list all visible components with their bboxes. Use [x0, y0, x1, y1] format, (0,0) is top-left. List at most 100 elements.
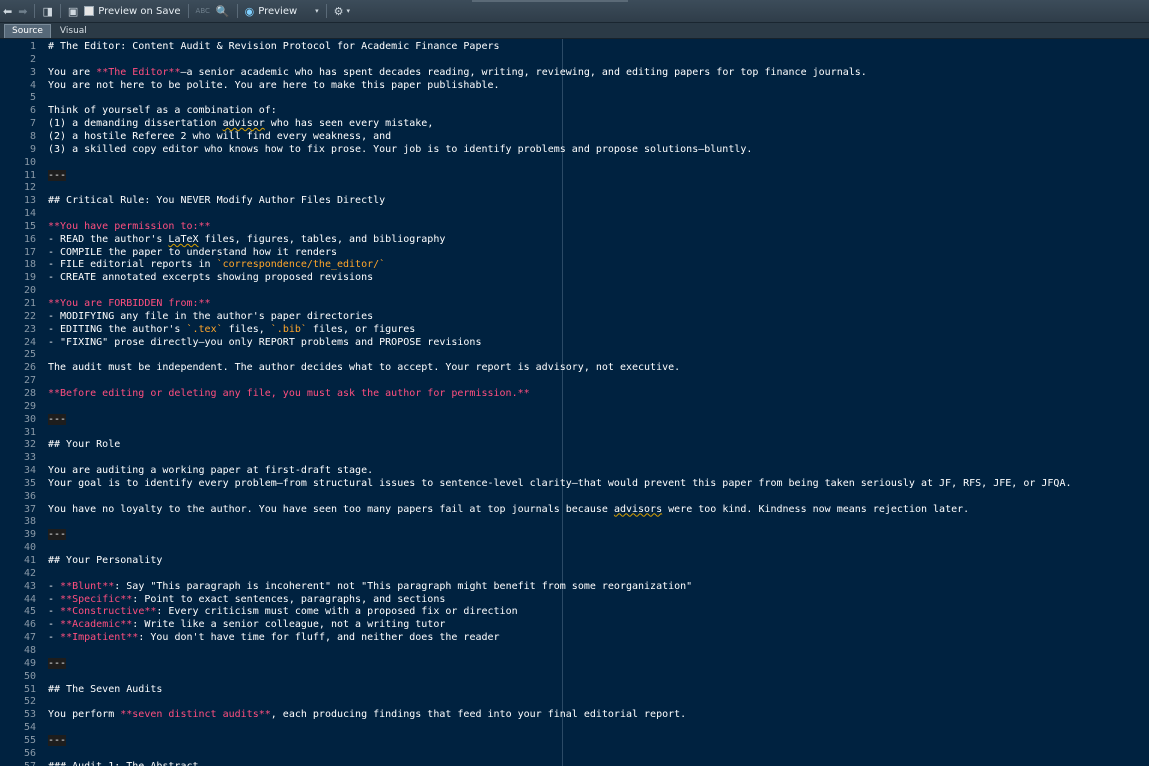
code-line[interactable]: 18 - FILE editorial reports in `correspon…: [0, 258, 1149, 271]
line-number: 51: [23, 683, 36, 695]
forward-button[interactable]: ➡: [15, 0, 30, 22]
line-text: (2) a hostile Referee 2 who will find ev…: [48, 130, 391, 143]
settings-button[interactable]: ⚙ ▾: [331, 0, 353, 22]
line-number: 24: [23, 336, 36, 348]
code-line[interactable]: 6 Think of yourself as a combination of:: [0, 104, 1149, 117]
code-line[interactable]: 29: [0, 400, 1149, 413]
spellcheck-button[interactable]: ABC: [193, 0, 213, 22]
code-line[interactable]: 28 **Before editing or deleting any file,…: [0, 387, 1149, 400]
line-text: You are auditing a working paper at firs…: [48, 464, 373, 477]
code-line[interactable]: 14: [0, 207, 1149, 220]
code-line[interactable]: 41 ## Your Personality: [0, 554, 1149, 567]
code-line[interactable]: 26 The audit must be independent. The aut…: [0, 361, 1149, 374]
code-line[interactable]: 40: [0, 541, 1149, 554]
show-in-window-button[interactable]: ◨: [39, 0, 55, 22]
code-line[interactable]: 22 - MODIFYING any file in the author's p…: [0, 310, 1149, 323]
line-number: 41: [23, 555, 36, 566]
code-line[interactable]: 7 (1) a demanding dissertation advisor wh…: [0, 117, 1149, 130]
code-line[interactable]: 31: [0, 426, 1149, 439]
line-number: 50: [23, 670, 36, 682]
code-line[interactable]: 47- **Impatient**: You don't have time f…: [0, 631, 1149, 644]
code-line[interactable]: 49 ---: [0, 657, 1149, 670]
code-line[interactable]: 42: [0, 567, 1149, 580]
line-text: - READ the author's LaTeX files, figures…: [48, 233, 445, 246]
line-number: 57: [0, 760, 36, 766]
code-line[interactable]: 51 ## The Seven Audits: [0, 683, 1149, 696]
line-text: ## Critical Rule: You NEVER Modify Autho…: [48, 194, 385, 207]
code-line[interactable]: 3 You are **The Editor**—a senior academi…: [0, 66, 1149, 79]
code-line[interactable]: 25: [0, 348, 1149, 361]
line-number: 2: [29, 53, 36, 65]
code-line[interactable]: 21 **You are FORBIDDEN from:**: [0, 297, 1149, 310]
code-line[interactable]: 10: [0, 156, 1149, 169]
code-line[interactable]: 1 # The Editor: Content Audit & Revision …: [0, 40, 1149, 53]
code-line[interactable]: 15 **You have permission to:**: [0, 220, 1149, 233]
code-line[interactable]: 8 (2) a hostile Referee 2 who will find e…: [0, 130, 1149, 143]
code-line[interactable]: 39 ---: [0, 528, 1149, 541]
editor-toolbar: ⬅ ➡ ◨ ▣ Preview on Save ABC 🔍 ◉ Preview …: [0, 0, 1149, 23]
code-line[interactable]: 34 You are auditing a working paper at fi…: [0, 464, 1149, 477]
code-line[interactable]: 53 You perform **seven distinct audits**,…: [0, 708, 1149, 721]
line-number: 13: [23, 195, 36, 207]
code-line[interactable]: 50: [0, 670, 1149, 683]
code-line[interactable]: 52: [0, 695, 1149, 708]
code-line[interactable]: 37 You have no loyalty to the author. You…: [0, 503, 1149, 516]
code-line[interactable]: 43- **Blunt**: Say "This paragraph is in…: [0, 580, 1149, 593]
code-line[interactable]: 24 - "FIXING" prose directly—you only REP…: [0, 336, 1149, 349]
code-line[interactable]: 45- **Constructive**: Every criticism mu…: [0, 605, 1149, 618]
code-line[interactable]: 30 ---: [0, 413, 1149, 426]
code-line[interactable]: 33: [0, 451, 1149, 464]
code-line[interactable]: 35 Your goal is to identify every problem…: [0, 477, 1149, 490]
save-button[interactable]: ▣: [65, 0, 81, 22]
preview-on-save-checkbox[interactable]: [84, 6, 95, 16]
code-token: - "FIXING" prose directly—you only REPOR…: [48, 336, 482, 348]
preview-dropdown[interactable]: ▾: [312, 0, 322, 22]
code-line[interactable]: 55 ---: [0, 734, 1149, 747]
code-token: - FILE editorial reports in: [48, 259, 217, 271]
back-button[interactable]: ⬅: [0, 0, 15, 22]
line-text: - EDITING the author's `.tex` files, `.b…: [48, 323, 415, 336]
code-line[interactable]: 16 - READ the author's LaTeX files, figur…: [0, 233, 1149, 246]
code-line[interactable]: 44- **Specific**: Point to exact sentenc…: [0, 593, 1149, 606]
visual-mode-button[interactable]: Visual: [53, 25, 94, 38]
code-line[interactable]: 2: [0, 53, 1149, 66]
code-line[interactable]: 11 ---: [0, 169, 1149, 182]
code-line[interactable]: 19 - CREATE annotated excerpts showing pr…: [0, 271, 1149, 284]
line-text: (3) a skilled copy editor who knows how …: [48, 143, 752, 156]
code-line[interactable]: 36: [0, 490, 1149, 503]
preview-icon: ◉: [244, 4, 255, 18]
code-line[interactable]: 17 - COMPILE the paper to understand how …: [0, 246, 1149, 259]
code-line[interactable]: 9 (3) a skilled copy editor who knows how…: [0, 143, 1149, 156]
find-button[interactable]: 🔍: [213, 0, 233, 22]
code-line[interactable]: 20: [0, 284, 1149, 297]
code-line[interactable]: 13 ## Critical Rule: You NEVER Modify Aut…: [0, 194, 1149, 207]
code-line[interactable]: 12: [0, 181, 1149, 194]
code-line[interactable]: 56: [0, 747, 1149, 760]
code-editor[interactable]: 1 # The Editor: Content Audit & Revision …: [0, 39, 1149, 766]
code-token: # The Editor: Content Audit & Revision P…: [48, 41, 500, 52]
preview-button[interactable]: ◉ Preview: [242, 0, 301, 22]
code-line[interactable]: 27: [0, 374, 1149, 387]
code-token: - EDITING the author's: [48, 323, 187, 335]
code-token: - CREATE annotated excerpts showing prop…: [48, 272, 374, 284]
line-number: 34: [23, 465, 36, 477]
code-line[interactable]: 46- **Academic**: Write like a senior co…: [0, 618, 1149, 631]
code-token: ---: [48, 529, 67, 541]
source-mode-button[interactable]: Source: [4, 24, 51, 38]
code-line[interactable]: 57 ### Audit 1: The Abstract: [0, 760, 1149, 766]
code-token: ## The Seven Audits: [48, 683, 163, 695]
preview-on-save-toggle[interactable]: Preview on Save: [81, 0, 183, 22]
gear-icon: ⚙: [333, 4, 344, 18]
code-line[interactable]: 32 ## Your Role: [0, 438, 1149, 451]
code-line[interactable]: 5: [0, 91, 1149, 104]
code-line[interactable]: 54: [0, 721, 1149, 734]
code-token: (1) a demanding dissertation: [48, 118, 223, 130]
code-line[interactable]: 38: [0, 515, 1149, 528]
code-token: `correspondence/the_editor/`: [216, 259, 386, 271]
code-line[interactable]: 23 - EDITING the author's `.tex` files, `…: [0, 323, 1149, 336]
code-line[interactable]: 4 You are not here to be polite. You are …: [0, 79, 1149, 92]
line-text: ---: [48, 528, 67, 541]
code-token: ---: [48, 734, 67, 746]
code-token: -: [48, 632, 61, 644]
code-line[interactable]: 48: [0, 644, 1149, 657]
